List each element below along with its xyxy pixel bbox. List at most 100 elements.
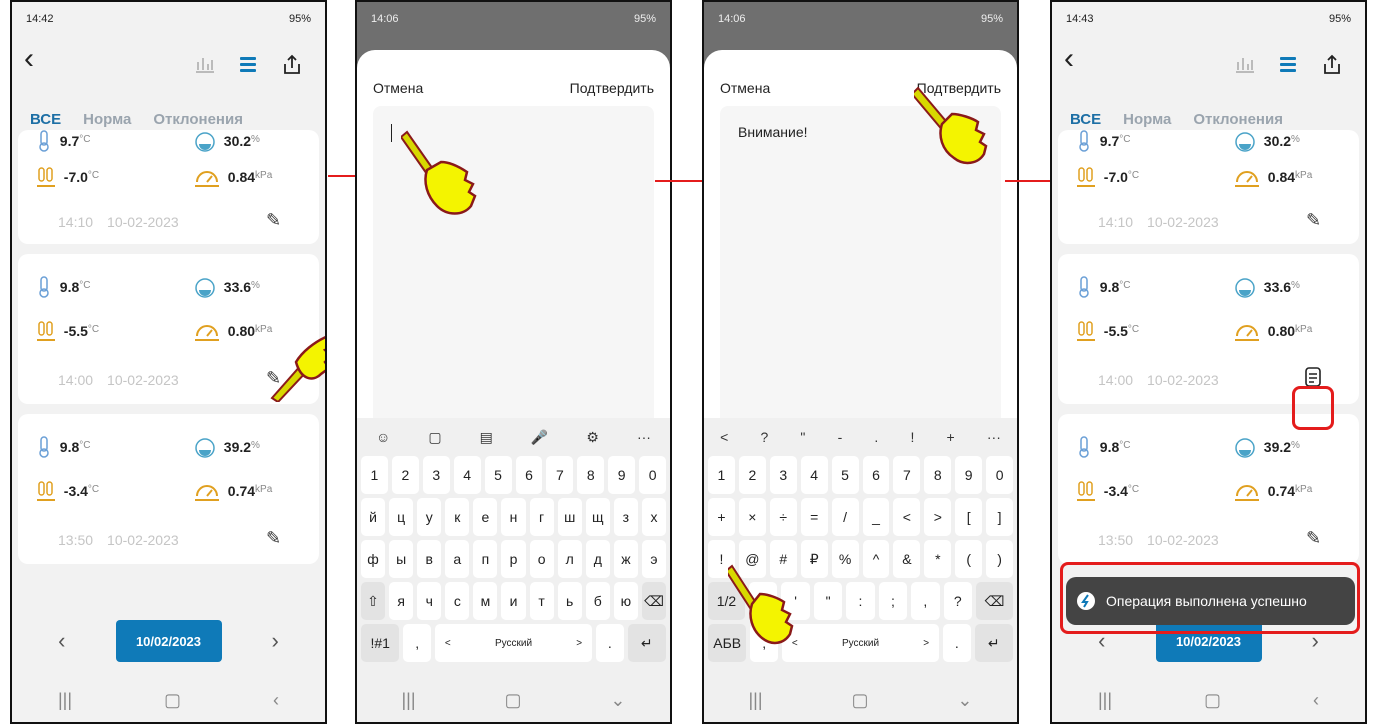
key[interactable]: . (943, 624, 971, 662)
list-view-icon[interactable] (238, 54, 258, 74)
key[interactable]: = (800, 498, 828, 536)
key[interactable]: ф (361, 540, 386, 578)
key[interactable]: < (893, 498, 921, 536)
hide-keyboard-icon[interactable]: ⌄ (957, 690, 972, 711)
mic-icon[interactable]: 🎤 (531, 429, 548, 446)
key[interactable]: 6 (862, 456, 890, 494)
key[interactable]: ÷ (769, 498, 797, 536)
tab-deviations[interactable]: Отклонения (1193, 111, 1283, 128)
home-icon[interactable]: ▢ (851, 690, 868, 711)
key[interactable]: 9 (608, 456, 636, 494)
next-date-icon[interactable]: › (272, 628, 279, 654)
emoji-icon[interactable]: ☺ (376, 429, 390, 445)
key[interactable]: ? (943, 582, 973, 620)
home-icon[interactable]: ▢ (164, 690, 181, 711)
key[interactable]: . (874, 429, 878, 445)
key[interactable]: 2 (738, 456, 766, 494)
list-view-icon[interactable] (1278, 54, 1298, 74)
key[interactable]: + (947, 429, 955, 445)
settings-icon[interactable]: ⚙ (586, 429, 599, 446)
key[interactable]: × (738, 498, 766, 536)
key[interactable]: г (529, 498, 554, 536)
key[interactable]: 4 (453, 456, 481, 494)
key[interactable]: 1 (708, 456, 735, 494)
cancel-button[interactable]: Отмена (373, 80, 423, 96)
key[interactable]: ! (910, 429, 914, 445)
key[interactable]: ы (389, 540, 414, 578)
key[interactable]: [ (955, 498, 983, 536)
chart-view-icon[interactable] (1234, 54, 1256, 74)
date-button[interactable]: 10/02/2023 (115, 620, 222, 662)
key[interactable]: к (445, 498, 470, 536)
home-icon[interactable]: ▢ (1204, 690, 1221, 711)
key[interactable]: ь (557, 582, 582, 620)
key[interactable]: 9 (955, 456, 983, 494)
cancel-button[interactable]: Отмена (720, 80, 770, 96)
share-icon[interactable] (282, 54, 302, 76)
key[interactable]: 1 (361, 456, 388, 494)
key[interactable]: , (911, 582, 940, 620)
back-nav-icon[interactable]: ‹ (273, 690, 279, 711)
enter-key[interactable]: ↵ (974, 624, 1013, 662)
more-icon[interactable]: ··· (987, 429, 1001, 445)
key[interactable]: 0 (986, 456, 1014, 494)
key[interactable]: щ (585, 498, 610, 536)
key[interactable]: ш (557, 498, 582, 536)
key[interactable]: " (800, 429, 805, 445)
more-icon[interactable]: ··· (637, 429, 651, 445)
key[interactable]: 8 (924, 456, 952, 494)
note-document-icon[interactable] (1304, 366, 1322, 388)
key[interactable]: 0 (639, 456, 667, 494)
key[interactable]: / (831, 498, 859, 536)
key[interactable]: 3 (422, 456, 450, 494)
tab-normal[interactable]: Норма (83, 111, 131, 128)
recents-icon[interactable]: ||| (401, 690, 415, 711)
key[interactable]: ч (417, 582, 442, 620)
key[interactable]: ? (760, 429, 768, 445)
share-icon[interactable] (1322, 54, 1342, 76)
key[interactable]: л (557, 540, 582, 578)
key[interactable]: 2 (391, 456, 419, 494)
key[interactable]: 5 (831, 456, 859, 494)
recents-icon[interactable]: ||| (1098, 690, 1112, 711)
key[interactable]: ) (986, 540, 1014, 578)
tab-deviations[interactable]: Отклонения (153, 111, 243, 128)
key[interactable]: т (529, 582, 554, 620)
key[interactable]: & (893, 540, 921, 578)
key[interactable]: х (641, 498, 667, 536)
key[interactable]: 6 (515, 456, 543, 494)
edit-note-icon[interactable]: ✎ (1306, 210, 1321, 231)
key[interactable]: р (501, 540, 526, 578)
back-nav-icon[interactable]: ‹ (1313, 690, 1319, 711)
confirm-button[interactable]: Подтвердить (570, 80, 654, 96)
recents-icon[interactable]: ||| (748, 690, 762, 711)
shift-key[interactable]: ⇧ (361, 582, 386, 620)
key[interactable]: , (403, 624, 431, 662)
key[interactable]: в (417, 540, 442, 578)
key[interactable]: 8 (577, 456, 605, 494)
key[interactable]: ( (955, 540, 983, 578)
back-icon[interactable]: ‹ (1064, 44, 1074, 74)
key[interactable]: ₽ (800, 540, 828, 578)
edit-note-icon[interactable]: ✎ (266, 528, 281, 549)
key[interactable]: % (831, 540, 859, 578)
key[interactable]: я (389, 582, 414, 620)
hide-keyboard-icon[interactable]: ⌄ (610, 690, 625, 711)
key[interactable]: с (445, 582, 470, 620)
clipboard-icon[interactable]: ▤ (480, 429, 493, 446)
backspace-key[interactable]: ⌫ (976, 582, 1013, 620)
space-key[interactable]: < Русский > (434, 624, 593, 662)
key[interactable]: 7 (893, 456, 921, 494)
key[interactable]: б (585, 582, 610, 620)
tab-all[interactable]: ВСЕ (30, 111, 61, 128)
key[interactable]: д (585, 540, 610, 578)
space-key[interactable]: < Русский > (781, 624, 940, 662)
key[interactable]: о (529, 540, 554, 578)
home-icon[interactable]: ▢ (504, 690, 521, 711)
key[interactable]: ; (878, 582, 908, 620)
key[interactable]: ж (613, 540, 638, 578)
prev-date-icon[interactable]: ‹ (58, 628, 65, 654)
enter-key[interactable]: ↵ (627, 624, 666, 662)
edit-note-icon[interactable]: ✎ (266, 210, 281, 231)
key[interactable]: у (417, 498, 442, 536)
